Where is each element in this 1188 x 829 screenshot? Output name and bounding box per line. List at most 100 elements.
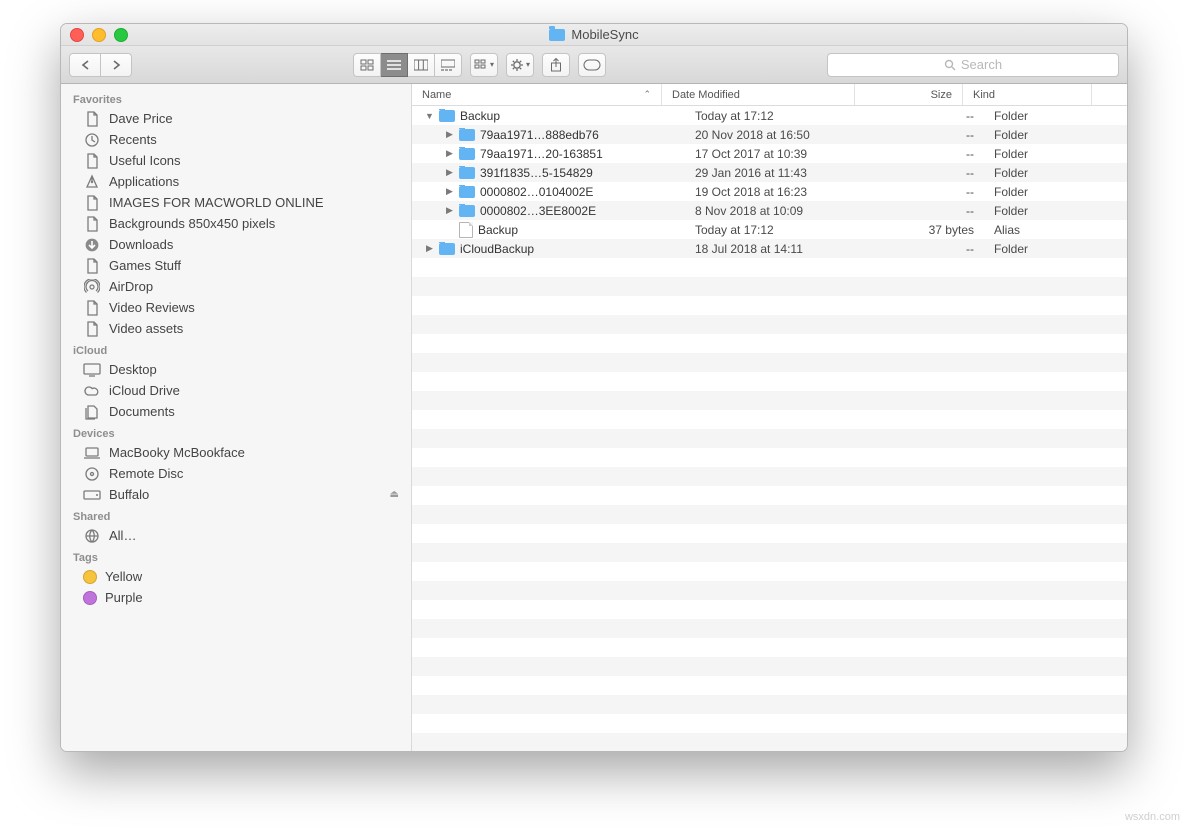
doc-icon — [83, 154, 101, 168]
desktop-icon — [83, 363, 101, 377]
sidebar-item-shared-0[interactable]: All… — [61, 525, 411, 546]
folder-icon — [459, 205, 475, 217]
sidebar-item-favorites-8[interactable]: AirDrop — [61, 276, 411, 297]
search-placeholder: Search — [961, 57, 1002, 72]
file-date: 17 Oct 2017 at 10:39 — [685, 147, 877, 161]
column-header-size[interactable]: Size — [855, 84, 963, 105]
file-size: -- — [877, 204, 984, 218]
doc-icon — [83, 301, 101, 315]
file-size: -- — [877, 166, 984, 180]
doc-icon — [83, 322, 101, 336]
sidebar-item-devices-0[interactable]: MacBooky McBookface — [61, 442, 411, 463]
folder-icon — [459, 167, 475, 179]
sidebar-item-devices-2[interactable]: Buffalo ⏏ — [61, 484, 411, 505]
file-row[interactable]: ▶0000802…0104002E19 Oct 2018 at 16:23--F… — [412, 182, 1127, 201]
sidebar-tag-1[interactable]: Purple — [61, 587, 411, 608]
disclosure-triangle[interactable]: ▶ — [445, 186, 454, 197]
file-row[interactable]: BackupToday at 17:1237 bytesAlias — [412, 220, 1127, 239]
folder-icon — [459, 148, 475, 160]
file-row[interactable]: ▶79aa1971…888edb7620 Nov 2018 at 16:50--… — [412, 125, 1127, 144]
sidebar-item-favorites-9[interactable]: Video Reviews — [61, 297, 411, 318]
column-header-name[interactable]: Name⌃ — [412, 84, 662, 105]
recents-icon — [83, 133, 101, 147]
disclosure-triangle[interactable]: ▼ — [425, 111, 434, 121]
down-icon — [83, 238, 101, 252]
sidebar-item-favorites-10[interactable]: Video assets — [61, 318, 411, 339]
file-kind: Folder — [984, 128, 1112, 142]
search-icon — [944, 59, 956, 71]
doc-icon — [83, 217, 101, 231]
file-name: Backup — [478, 223, 518, 237]
sidebar-item-label: Recents — [109, 132, 157, 147]
sidebar-item-favorites-1[interactable]: Recents — [61, 129, 411, 150]
sidebar-item-icloud-0[interactable]: Desktop — [61, 359, 411, 380]
action-group: ▾ — [506, 53, 534, 77]
file-kind: Folder — [984, 204, 1112, 218]
file-row[interactable]: ▼BackupToday at 17:12--Folder — [412, 106, 1127, 125]
sidebar-item-favorites-5[interactable]: Backgrounds 850x450 pixels — [61, 213, 411, 234]
sidebar-item-label: Yellow — [105, 569, 142, 584]
sidebar[interactable]: Favorites Dave PriceRecentsUseful IconsA… — [61, 84, 412, 751]
sidebar-item-favorites-0[interactable]: Dave Price — [61, 108, 411, 129]
sidebar-item-favorites-6[interactable]: Downloads — [61, 234, 411, 255]
view-list-button[interactable] — [381, 53, 408, 77]
arrange-button[interactable]: ▾ — [470, 53, 498, 77]
view-gallery-button[interactable] — [435, 53, 462, 77]
file-row[interactable]: ▶79aa1971…20-16385117 Oct 2017 at 10:39-… — [412, 144, 1127, 163]
documents-icon — [83, 405, 101, 419]
sidebar-item-favorites-7[interactable]: Games Stuff — [61, 255, 411, 276]
sidebar-item-favorites-3[interactable]: Applications — [61, 171, 411, 192]
sidebar-item-label: IMAGES FOR MACWORLD ONLINE — [109, 195, 324, 210]
sidebar-item-label: Desktop — [109, 362, 157, 377]
share-button[interactable] — [542, 53, 570, 77]
view-column-button[interactable] — [408, 53, 435, 77]
doc-icon — [83, 196, 101, 210]
doc-icon — [83, 112, 101, 126]
file-name: 391f1835…5-154829 — [480, 166, 593, 180]
disclosure-triangle[interactable]: ▶ — [445, 167, 454, 178]
titlebar[interactable]: MobileSync — [61, 24, 1127, 46]
file-size: -- — [877, 147, 984, 161]
disclosure-triangle[interactable]: ▶ — [425, 243, 434, 254]
cloud-icon — [83, 384, 101, 398]
column-header-date[interactable]: Date Modified — [662, 84, 855, 105]
sidebar-tag-0[interactable]: Yellow — [61, 566, 411, 587]
sidebar-item-icloud-2[interactable]: Documents — [61, 401, 411, 422]
sidebar-header-icloud: iCloud — [61, 339, 411, 359]
back-button[interactable] — [69, 53, 101, 77]
forward-button[interactable] — [101, 53, 132, 77]
globe-icon — [83, 529, 101, 543]
watermark: wsxdn.com — [1125, 811, 1180, 823]
toolbar: ▾ ▾ Search — [61, 46, 1127, 84]
zoom-button[interactable] — [114, 28, 128, 42]
disclosure-triangle[interactable]: ▶ — [445, 129, 454, 140]
sidebar-item-label: Dave Price — [109, 111, 173, 126]
sidebar-item-favorites-2[interactable]: Useful Icons — [61, 150, 411, 171]
column-header-kind[interactable]: Kind — [963, 84, 1092, 105]
action-button[interactable]: ▾ — [506, 53, 534, 77]
folder-icon — [439, 110, 455, 122]
sidebar-item-label: iCloud Drive — [109, 383, 180, 398]
sidebar-item-icloud-1[interactable]: iCloud Drive — [61, 380, 411, 401]
file-date: 20 Nov 2018 at 16:50 — [685, 128, 877, 142]
file-size: -- — [877, 242, 984, 256]
sidebar-item-favorites-4[interactable]: IMAGES FOR MACWORLD ONLINE — [61, 192, 411, 213]
traffic-lights — [70, 28, 128, 42]
view-icon-button[interactable] — [353, 53, 381, 77]
minimize-button[interactable] — [92, 28, 106, 42]
doc-icon — [83, 259, 101, 273]
disclosure-triangle[interactable]: ▶ — [445, 148, 454, 159]
disclosure-triangle[interactable]: ▶ — [445, 205, 454, 216]
search-field[interactable]: Search — [827, 53, 1119, 77]
sidebar-item-devices-1[interactable]: Remote Disc — [61, 463, 411, 484]
file-list[interactable]: ▼BackupToday at 17:12--Folder▶79aa1971…8… — [412, 106, 1127, 751]
file-row[interactable]: ▶391f1835…5-15482929 Jan 2016 at 11:43--… — [412, 163, 1127, 182]
eject-icon[interactable]: ⏏ — [390, 489, 399, 500]
file-row[interactable]: ▶0000802…3EE8002E8 Nov 2018 at 10:09--Fo… — [412, 201, 1127, 220]
tags-button[interactable] — [578, 53, 606, 77]
file-date: 8 Nov 2018 at 10:09 — [685, 204, 877, 218]
close-button[interactable] — [70, 28, 84, 42]
file-row[interactable]: ▶iCloudBackup18 Jul 2018 at 14:11--Folde… — [412, 239, 1127, 258]
sidebar-item-label: Buffalo — [109, 487, 149, 502]
sidebar-header-devices: Devices — [61, 422, 411, 442]
